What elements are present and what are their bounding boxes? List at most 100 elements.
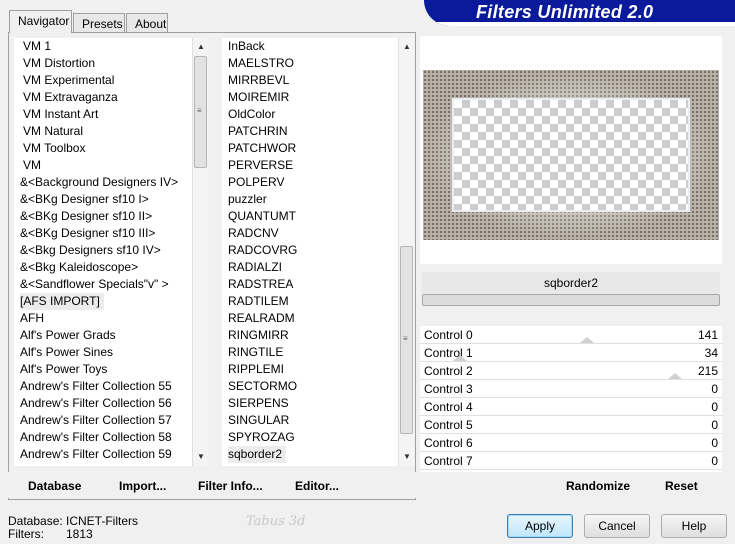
randomize-button[interactable]: Randomize bbox=[566, 479, 630, 493]
filter-list-item[interactable]: SECTORMO bbox=[228, 378, 398, 395]
category-item-label: &<Sandflower Specials"v" > bbox=[20, 277, 169, 291]
filter-list-item[interactable]: PATCHWOR bbox=[228, 140, 398, 157]
control-slider[interactable]: Control 5 0 bbox=[420, 416, 722, 434]
filter-list-item[interactable]: QUANTUMT bbox=[228, 208, 398, 225]
control-label: Control 7 bbox=[424, 454, 473, 468]
grip-icon: ≡ bbox=[197, 106, 202, 115]
preview-pane bbox=[420, 36, 722, 264]
filter-list-item[interactable]: REALRADM bbox=[228, 310, 398, 327]
category-list-item[interactable]: Andrew's Filter Collection 57 bbox=[20, 412, 192, 429]
control-slider[interactable]: Control 7 0 bbox=[420, 452, 722, 470]
reset-button[interactable]: Reset bbox=[665, 479, 698, 493]
category-item-label: Andrew's Filter Collection 57 bbox=[20, 413, 172, 427]
category-list-item[interactable]: VM Toolbox bbox=[20, 140, 192, 157]
category-list-item[interactable]: &<BKg Designer sf10 II> bbox=[20, 208, 192, 225]
scroll-down-icon[interactable]: ▼ bbox=[193, 450, 209, 464]
filter-list-item[interactable]: POLPERV bbox=[228, 174, 398, 191]
filter-list-item[interactable]: RADCOVRG bbox=[228, 242, 398, 259]
filter-item-label: MOIREMIR bbox=[228, 90, 290, 104]
category-list-item[interactable]: &<Bkg Designers sf10 IV> bbox=[20, 242, 192, 259]
tab-navigator[interactable]: Navigator bbox=[9, 10, 72, 33]
filter-list-item[interactable]: RADTILEM bbox=[228, 293, 398, 310]
category-list-item[interactable]: &<BKg Designer sf10 III> bbox=[20, 225, 192, 242]
category-list-item[interactable]: Alf's Power Toys bbox=[20, 361, 192, 378]
filter-list-item[interactable]: RADIALZI bbox=[228, 259, 398, 276]
category-item-label: &<Background Designers IV> bbox=[20, 175, 179, 189]
category-scrollbar[interactable]: ▲ ≡ ▼ bbox=[192, 38, 208, 466]
category-item-label: Andrew's Filter Collection 59 bbox=[20, 447, 172, 461]
category-item-label: VM Toolbox bbox=[23, 141, 86, 155]
filter-info-button[interactable]: Filter Info... bbox=[198, 479, 263, 493]
filter-list-item[interactable]: PERVERSE bbox=[228, 157, 398, 174]
filter-list-item[interactable]: PATCHRIN bbox=[228, 123, 398, 140]
category-list-item[interactable]: Andrew's Filter Collection 58 bbox=[20, 429, 192, 446]
filter-list-item[interactable]: sqborder2 bbox=[228, 446, 398, 463]
filter-list-item[interactable]: MAELSTRO bbox=[228, 55, 398, 72]
category-list-item[interactable]: VM Extravaganza bbox=[20, 89, 192, 106]
filter-scroll-thumb[interactable]: ≡ bbox=[400, 246, 413, 434]
filter-item-label: puzzler bbox=[228, 192, 267, 206]
category-list-item[interactable]: AFH bbox=[20, 310, 192, 327]
filter-list-item[interactable]: SPYROZAG bbox=[228, 429, 398, 446]
category-item-label: VM Extravaganza bbox=[23, 90, 118, 104]
scroll-up-icon[interactable]: ▲ bbox=[399, 40, 415, 54]
control-slider[interactable]: Control 0 141 bbox=[420, 326, 722, 344]
scroll-down-icon[interactable]: ▼ bbox=[399, 450, 415, 464]
import-button[interactable]: Import... bbox=[119, 479, 166, 493]
scroll-up-icon[interactable]: ▲ bbox=[193, 40, 209, 54]
category-list-item[interactable]: Andrew's Filter Collection 55 bbox=[20, 378, 192, 395]
filter-list-item[interactable]: MIRRBEVL bbox=[228, 72, 398, 89]
category-list-item[interactable]: Alf's Power Grads bbox=[20, 327, 192, 344]
category-item-label: VM Distortion bbox=[23, 56, 96, 70]
filter-list-item[interactable]: RIPPLEMI bbox=[228, 361, 398, 378]
title-banner: Filters Unlimited 2.0 bbox=[424, 0, 735, 26]
filter-list-item[interactable]: RINGMIRR bbox=[228, 327, 398, 344]
category-item-label: Alf's Power Toys bbox=[20, 362, 108, 376]
category-list[interactable]: VM 1 VM Distortion VM Experimental VM Extra… bbox=[14, 38, 192, 466]
category-list-item[interactable]: VM Natural bbox=[20, 123, 192, 140]
category-list-item[interactable]: VM Instant Art bbox=[20, 106, 192, 123]
category-list-item[interactable]: &<Bkg Kaleidoscope> bbox=[20, 259, 192, 276]
category-list-item[interactable]: &<Sandflower Specials"v" > bbox=[20, 276, 192, 293]
filter-item-label: OldColor bbox=[228, 107, 276, 121]
filter-list-item[interactable]: SINGULAR bbox=[228, 412, 398, 429]
control-slider[interactable]: Control 1 34 bbox=[420, 344, 722, 362]
category-list-item[interactable]: Andrew's Filter Collection 59 bbox=[20, 446, 192, 463]
control-slider[interactable]: Control 2 215 bbox=[420, 362, 722, 380]
filter-item-label: SPYROZAG bbox=[228, 430, 295, 444]
filter-list-item[interactable]: RADCNV bbox=[228, 225, 398, 242]
database-button[interactable]: Database bbox=[28, 479, 81, 493]
control-slider[interactable]: Control 3 0 bbox=[420, 380, 722, 398]
filter-list-item[interactable]: RINGTILE bbox=[228, 344, 398, 361]
category-list-item[interactable]: &<Background Designers IV> bbox=[20, 174, 192, 191]
category-list-item[interactable]: VM Experimental bbox=[20, 72, 192, 89]
filter-progress-bar bbox=[422, 294, 720, 306]
filter-list-item[interactable]: MOIREMIR bbox=[228, 89, 398, 106]
controls-panel: Control 0 141 Control 1 34 Control 2 215 Contr… bbox=[420, 326, 722, 472]
filter-list[interactable]: InBack MAELSTRO MIRRBEVL MOIREMIR OldColor PA… bbox=[222, 38, 398, 466]
editor-button[interactable]: Editor... bbox=[295, 479, 339, 493]
filter-item-label: PATCHRIN bbox=[228, 124, 288, 138]
control-slider[interactable]: Control 6 0 bbox=[420, 434, 722, 452]
filter-list-item[interactable]: puzzler bbox=[228, 191, 398, 208]
category-scroll-thumb[interactable]: ≡ bbox=[194, 56, 207, 168]
control-level-marker bbox=[580, 337, 594, 343]
filter-list-item[interactable]: OldColor bbox=[228, 106, 398, 123]
category-list-item[interactable]: VM Distortion bbox=[20, 55, 192, 72]
category-list-item[interactable]: Andrew's Filter Collection 56 bbox=[20, 395, 192, 412]
tab-presets[interactable]: Presets bbox=[73, 13, 125, 33]
category-list-item[interactable]: VM 1 bbox=[20, 38, 192, 55]
filter-scrollbar[interactable]: ▲ ≡ ▼ bbox=[398, 38, 414, 466]
filter-list-item[interactable]: InBack bbox=[228, 38, 398, 55]
filter-list-item[interactable]: SIERPENS bbox=[228, 395, 398, 412]
help-button[interactable]: Help bbox=[661, 514, 727, 538]
apply-button[interactable]: Apply bbox=[507, 514, 573, 538]
category-list-item[interactable]: &<BKg Designer sf10 I> bbox=[20, 191, 192, 208]
cancel-button[interactable]: Cancel bbox=[584, 514, 650, 538]
category-list-item[interactable]: Alf's Power Sines bbox=[20, 344, 192, 361]
filter-list-item[interactable]: RADSTREA bbox=[228, 276, 398, 293]
category-list-item[interactable]: [AFS IMPORT] bbox=[20, 293, 192, 310]
category-list-item[interactable]: VM bbox=[20, 157, 192, 174]
control-slider[interactable]: Control 4 0 bbox=[420, 398, 722, 416]
tab-about[interactable]: About bbox=[126, 13, 168, 33]
